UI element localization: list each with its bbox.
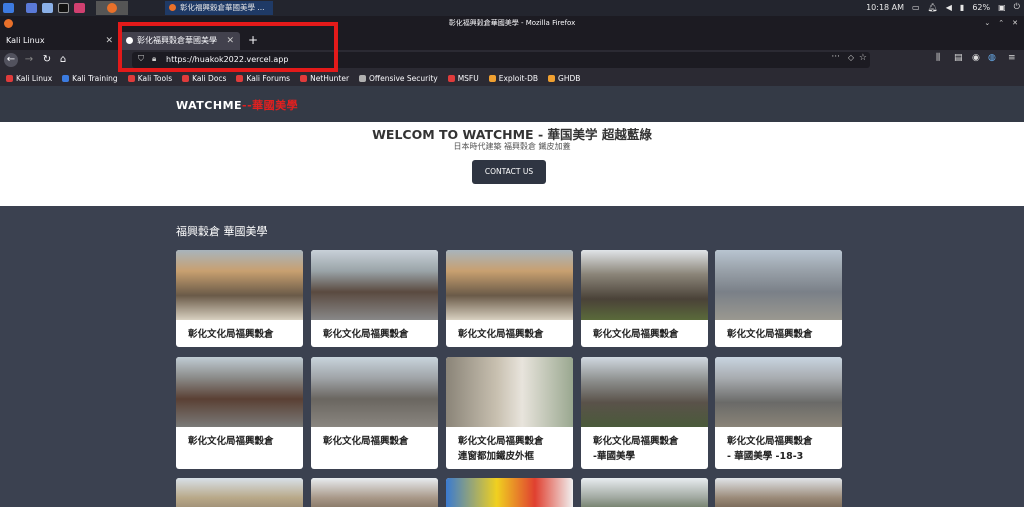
bookmark-item[interactable]: NetHunter	[300, 74, 349, 83]
kali-menu-icon[interactable]	[3, 3, 14, 13]
card-photo	[311, 357, 438, 427]
bookmark-icon	[488, 74, 496, 82]
minimize-icon[interactable]: ⌄	[984, 16, 990, 31]
card-photo	[715, 357, 842, 427]
site-logo[interactable]: WATCHME--華國美學	[176, 97, 298, 113]
bookmark-item[interactable]: Kali Forums	[236, 74, 290, 83]
card-photo	[176, 357, 303, 427]
card-photo	[446, 478, 573, 507]
file-manager-icon[interactable]	[42, 3, 53, 13]
bookmark-item[interactable]: Kali Linux	[6, 74, 52, 83]
browser-launcher-icon[interactable]	[74, 3, 85, 13]
gallery-card[interactable]: 彰化文化局福興穀倉 - 華國美學 -18-3	[715, 357, 842, 469]
contact-us-button[interactable]: CONTACT US	[472, 160, 546, 184]
firefox-icon	[169, 4, 176, 11]
lock-icon[interactable]: ▣	[998, 3, 1006, 12]
battery-icon[interactable]: ▮	[960, 3, 964, 12]
bookmark-star-icon[interactable]: ☆	[859, 53, 867, 63]
gallery-card[interactable]	[311, 478, 438, 507]
battery-percent: 62%	[972, 2, 991, 12]
bookmark-icon	[447, 74, 455, 82]
card-photo	[176, 250, 303, 320]
bookmark-icon	[127, 74, 135, 82]
card-photo	[581, 357, 708, 427]
gallery-card[interactable]	[581, 478, 708, 507]
library-icon[interactable]: ⫼	[936, 53, 940, 63]
card-photo	[176, 478, 303, 507]
card-photo	[446, 250, 573, 320]
screen-icon[interactable]: ▭	[912, 3, 920, 12]
card-photo	[581, 478, 708, 507]
card-photo	[311, 478, 438, 507]
tab-kali-linux[interactable]: Kali Linux ✕	[0, 32, 119, 50]
gallery-card[interactable]: 彰化文化局福興穀倉	[176, 357, 303, 469]
bookmark-icon	[182, 74, 190, 82]
taskbar-firefox-button[interactable]	[96, 1, 128, 15]
gallery-card[interactable]: 彰化文化局福興穀倉	[311, 357, 438, 469]
gallery-card[interactable]: 彰化文化局福興穀倉	[176, 250, 303, 347]
bookmark-icon	[236, 74, 244, 82]
gallery-card[interactable]: 彰化文化局福興穀倉	[446, 250, 573, 347]
back-arrow-icon[interactable]: ←	[4, 53, 18, 67]
section-title: 福興穀倉 華國美學	[176, 225, 268, 238]
bookmark-icon	[62, 74, 70, 82]
card-photo	[581, 250, 708, 320]
system-tray: 10:18 AM ▭ 🔔︎ ◀︎ ▮ 62% ▣ ⏻	[866, 2, 1020, 12]
card-photo	[715, 478, 842, 507]
forward-arrow-icon[interactable]: →	[22, 53, 36, 67]
pocket-icon[interactable]: ◇	[848, 53, 854, 62]
bookmark-item[interactable]: Kali Tools	[127, 74, 172, 83]
account-icon[interactable]: ◉	[972, 53, 980, 63]
hero-subtitle: 日本時代建築 福興穀倉 鐵皮加蓋	[453, 142, 571, 151]
window-title: 彰化福興穀倉華國美學 - Mozilla Firefox	[448, 19, 576, 27]
bookmark-item[interactable]: Exploit-DB	[488, 74, 538, 83]
gallery-card[interactable]: 彰化文化局福興穀倉	[311, 250, 438, 347]
page-actions-icon[interactable]: ···	[831, 52, 840, 62]
bell-icon[interactable]: 🔔︎	[928, 3, 938, 12]
gallery-card[interactable]: 彰化文化局福興穀倉 連窗都加鐵皮外框	[446, 357, 573, 469]
bookmark-icon	[548, 74, 556, 82]
taskbar-window-item[interactable]: 彰化福興穀倉華國美學 ...	[165, 1, 273, 15]
bookmark-icon	[6, 74, 13, 82]
firefox-icon	[4, 19, 13, 28]
bookmark-item[interactable]: Kali Docs	[182, 74, 226, 83]
bookmark-icon	[300, 74, 308, 82]
gallery-card[interactable]	[446, 478, 573, 507]
terminal-icon[interactable]	[58, 3, 69, 13]
bookmark-item[interactable]: GHDB	[548, 74, 580, 83]
page-content: WATCHME--華國美學 WELCOM TO WATCHME - 華国美学 超…	[0, 86, 1024, 507]
menu-icon[interactable]: ≡	[1008, 53, 1016, 63]
bookmark-item[interactable]: MSFU	[447, 74, 479, 83]
bookmark-item[interactable]: Offensive Security	[359, 74, 438, 83]
gallery-card[interactable]: 彰化文化局福興穀倉	[581, 250, 708, 347]
close-icon[interactable]: ✕	[1012, 16, 1018, 31]
gallery-card[interactable]	[715, 478, 842, 507]
bookmark-item[interactable]: Kali Training	[62, 74, 118, 83]
home-icon[interactable]: ⌂	[56, 53, 70, 67]
clock[interactable]: 10:18 AM	[866, 3, 904, 12]
card-photo	[446, 357, 573, 427]
firefox-icon	[107, 3, 117, 13]
highlight-box	[118, 22, 338, 72]
gallery-card[interactable]: 彰化文化局福興穀倉	[715, 250, 842, 347]
os-taskbar: 彰化福興穀倉華國美學 ... 10:18 AM ▭ 🔔︎ ◀︎ ▮ 62% ▣ …	[0, 0, 1024, 16]
card-photo	[311, 250, 438, 320]
power-icon[interactable]: ⏻	[1014, 2, 1020, 12]
bookmarks-toolbar: Kali Linux Kali Training Kali Tools Kali…	[0, 70, 1024, 86]
desktop-icon[interactable]	[26, 3, 37, 13]
volume-icon[interactable]: ◀︎	[946, 3, 952, 12]
tab-close-icon[interactable]: ✕	[105, 32, 113, 50]
site-header: WATCHME--華國美學	[0, 86, 1024, 122]
sidebar-icon[interactable]: ▤	[954, 53, 963, 63]
maximize-icon[interactable]: ⌃	[998, 16, 1004, 31]
gallery-card[interactable]: 彰化文化局福興穀倉 -華國美學	[581, 357, 708, 469]
bookmark-icon	[359, 74, 367, 82]
reload-icon[interactable]: ↻	[40, 53, 54, 67]
card-photo	[715, 250, 842, 320]
gallery-card[interactable]	[176, 478, 303, 507]
hero-section: WELCOM TO WATCHME - 華国美学 超越藍綠 日本時代建築 福興穀…	[0, 122, 1024, 206]
extension-icon[interactable]: ◍	[988, 53, 996, 63]
